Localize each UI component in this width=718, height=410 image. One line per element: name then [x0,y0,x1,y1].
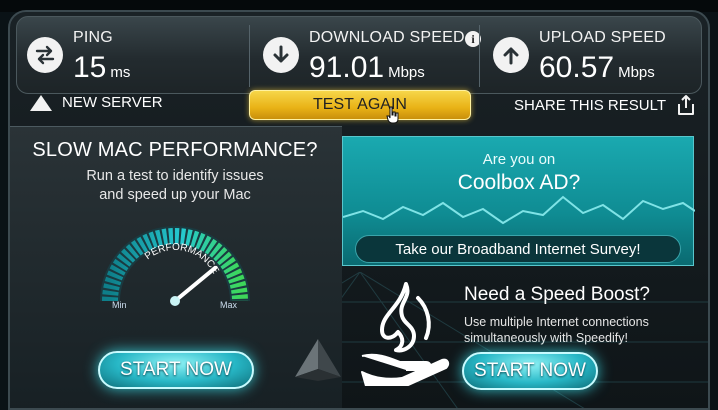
subtitle-line-2: and speed up your Mac [99,187,251,203]
share-label: SHARE THIS RESULT [514,96,666,114]
ping-stat: PING 15 ms [17,17,243,95]
flame-hand-icon [361,282,450,386]
new-server-button[interactable]: NEW SERVER [30,94,163,111]
action-row: NEW SERVER TEST AGAIN SHARE THIS RESULT [16,90,702,124]
gauge-needle [173,265,218,303]
results-bar: PING 15 ms DOWNLOAD SPEED i 91.01 Mbps UPL… [16,16,702,94]
upload-arrow-icon [493,37,529,73]
divider [479,25,480,87]
download-label: DOWNLOAD SPEED [309,29,465,46]
hand-cursor-icon [386,106,399,124]
boost-start-now-button[interactable]: START NOW [462,352,598,390]
ping-unit: ms [110,64,131,81]
download-arrow-icon [263,37,299,73]
speed-boost-panel: Need a Speed Boost? Use multiple Interne… [342,266,694,408]
upload-unit: Mbps [618,64,655,81]
survey-question: Are you on [482,151,556,168]
survey-isp: Coolbox AD? [457,171,581,194]
upload-value: 60.57 Mbps [539,51,655,85]
new-server-label: NEW SERVER [62,94,163,111]
boost-desc-line-1: Use multiple Internet connections [464,315,649,329]
download-stat: DOWNLOAD SPEED i 91.01 Mbps [253,17,481,95]
upload-stat: UPLOAD SPEED 60.57 Mbps [483,17,703,95]
divider [249,25,250,87]
subtitle-line-1: Run a test to identify issues [86,168,264,184]
performance-gauge: PERFORMANCE Min Max [100,226,250,309]
mac-panel-title: SLOW MAC PERFORMANCE? [32,139,318,161]
boost-title: Need a Speed Boost? [464,284,650,305]
pyramid-icon [295,339,341,381]
gauge-max-label: Max [220,300,238,309]
ping-label: PING [73,29,113,46]
speedtest-frame: PING 15 ms DOWNLOAD SPEED i 91.01 Mbps UPL… [8,10,710,410]
boost-description: Use multiple Internet connections simult… [464,314,649,346]
gauge-min-label: Min [112,300,127,309]
download-value: 91.01 Mbps [309,51,425,85]
download-number: 91.01 [309,51,385,84]
upload-label: UPLOAD SPEED [539,29,666,46]
download-unit: Mbps [388,64,425,81]
upload-number: 60.57 [539,51,615,84]
share-icon [678,95,694,115]
ping-arrows-icon [27,37,63,73]
survey-panel: Are you on Coolbox AD? Take our Broadban… [342,136,695,266]
share-result-button[interactable]: SHARE THIS RESULT [514,94,696,116]
mac-panel-subtitle: Run a test to identify issues and speed … [10,167,340,205]
boost-desc-line-2: simultaneously with Speedify! [464,331,628,345]
triangle-icon [30,94,52,111]
ping-value: 15 ms [73,51,130,85]
survey-button[interactable]: Take our Broadband Internet Survey! [355,235,681,263]
test-again-button[interactable]: TEST AGAIN [249,90,471,120]
gauge-hub [170,296,180,306]
mac-start-now-button[interactable]: START NOW [98,351,254,389]
ping-number: 15 [73,51,107,84]
